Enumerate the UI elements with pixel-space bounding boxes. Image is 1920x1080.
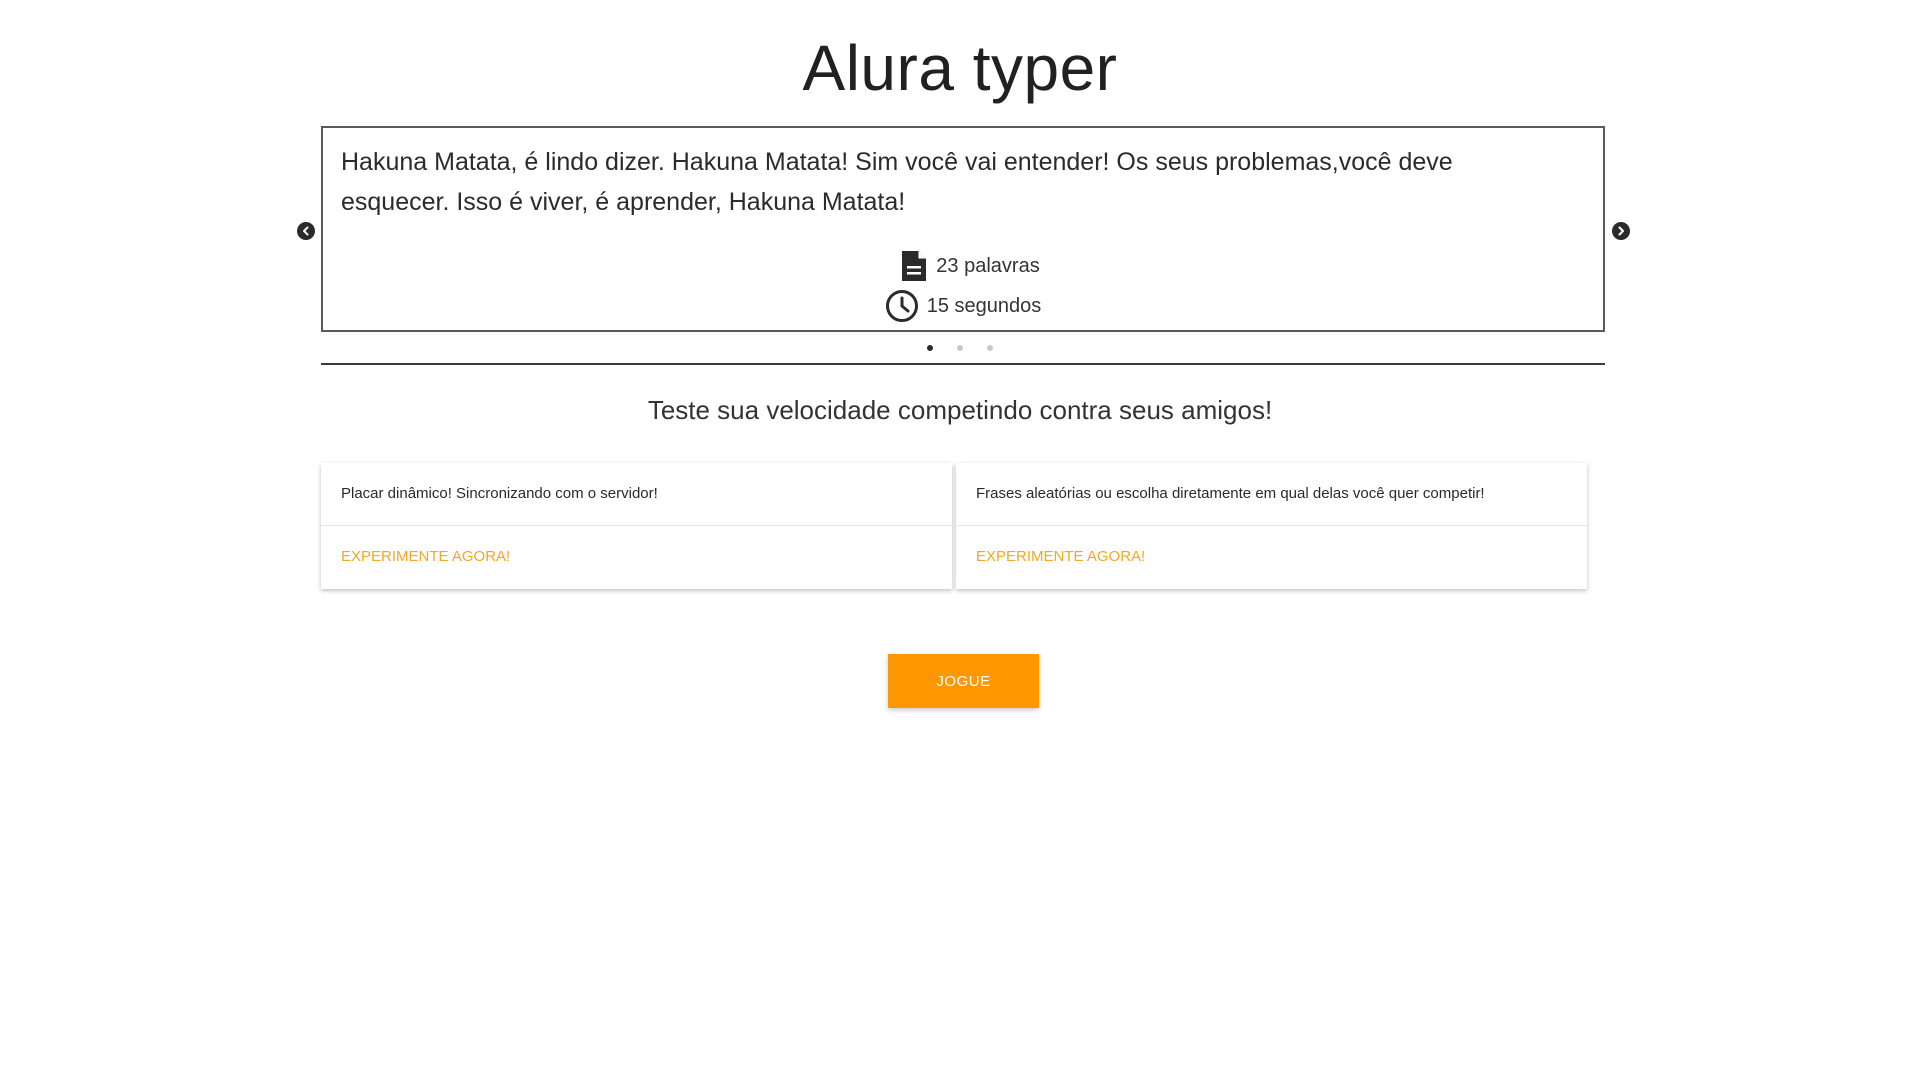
card-content: Placar dinâmico! Sincronizando com o ser… [321,463,952,526]
time-limit: 15 segundos [926,294,1042,317]
word-count-row: 23 palavras [900,246,1040,286]
carousel: Hakuna Matata, é lindo dizer. Hakuna Mat… [321,126,1605,332]
carousel-dot-3[interactable] [987,345,993,351]
carousel-indicators [0,345,1920,351]
document-icon [902,251,927,281]
card-action-link[interactable]: EXPERIMENTE AGORA! [956,526,1587,589]
chevron-left-circle-icon [303,226,309,236]
page-title: Alura typer [802,32,1118,104]
card-content: Frases aleatórias ou escolha diretamente… [956,463,1587,526]
time-row: 15 segundos [885,286,1042,326]
clock-icon [885,290,918,322]
chevron-right-circle-icon [1618,226,1624,236]
feature-card-phrases: Frases aleatórias ou escolha diretamente… [956,463,1587,589]
carousel-next-button[interactable] [1612,222,1630,240]
page: Alura typer Hakuna Matata, é lindo dizer… [0,0,1920,1080]
feature-cards: Placar dinâmico! Sincronizando com o ser… [321,463,1587,589]
carousel-dot-2[interactable] [957,345,963,351]
slide-info: 23 palavras 15 segundos [323,246,1603,326]
word-count: 23 palavras [936,254,1040,277]
card-action-link[interactable]: EXPERIMENTE AGORA! [321,526,952,589]
carousel-dot-1[interactable] [927,345,933,351]
carousel-prev-button[interactable] [297,222,315,240]
divider [321,363,1605,365]
play-button[interactable]: JOGUE [888,654,1039,708]
page-subtitle: Teste sua velocidade competindo contra s… [647,395,1273,425]
slide-phrase: Hakuna Matata, é lindo dizer. Hakuna Mat… [341,148,1453,216]
feature-card-scoreboard: Placar dinâmico! Sincronizando com o ser… [321,463,952,589]
